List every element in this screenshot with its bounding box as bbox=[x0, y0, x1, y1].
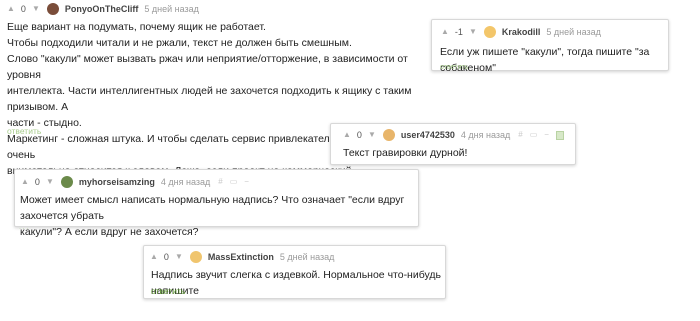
link-icon[interactable]: # bbox=[218, 178, 222, 186]
downvote-arrow-icon[interactable]: ▼ bbox=[469, 28, 477, 36]
upvote-arrow-icon[interactable]: ▲ bbox=[150, 253, 158, 261]
comment-date[interactable]: 5 дней назад bbox=[280, 252, 335, 262]
bookmark-icon[interactable] bbox=[555, 130, 564, 140]
comment-rating: -1 bbox=[454, 27, 463, 37]
comment-date[interactable]: 5 дней назад bbox=[546, 27, 601, 37]
save-icon[interactable]: ▭ bbox=[230, 178, 238, 186]
comment-rating: 0 bbox=[163, 252, 169, 262]
comment-rating: 0 bbox=[34, 177, 40, 187]
minimize-icon[interactable]: − bbox=[544, 131, 549, 139]
comment-rating: 0 bbox=[20, 4, 26, 14]
comment-ponyoonthecliff: ▲ 0 ▼ PonyoOnTheCliff 5 дней назад Еще в… bbox=[0, 0, 420, 177]
comment-rating: 0 bbox=[356, 130, 362, 140]
downvote-arrow-icon[interactable]: ▼ bbox=[46, 178, 54, 186]
comment-krakodill: ▲ -1 ▼ Krakodill 5 дней назад Если уж пи… bbox=[431, 19, 669, 74]
upvote-arrow-icon[interactable]: ▲ bbox=[343, 131, 351, 139]
comment-massextinction: ▲ 0 ▼ MassExtinction 5 дней назад Надпис… bbox=[143, 245, 446, 299]
comment-line: Чтобы подходили читали и не ржали, текст… bbox=[7, 37, 352, 49]
comment-author[interactable]: user4742530 bbox=[401, 130, 455, 140]
downvote-arrow-icon[interactable]: ▼ bbox=[175, 253, 183, 261]
avatar[interactable] bbox=[46, 3, 59, 15]
comment-header: ▲ 0 ▼ user4742530 4 дня назад # ▭ − bbox=[343, 128, 570, 142]
comment-user4742530: ▲ 0 ▼ user4742530 4 дня назад # ▭ − Текс… bbox=[330, 123, 576, 165]
comment-line: Если уж пишете "какули", тогда пишите "з… bbox=[440, 46, 650, 74]
comment-header: ▲ 0 ▼ PonyoOnTheCliff 5 дней назад bbox=[7, 2, 207, 16]
reply-link[interactable]: ответить bbox=[440, 64, 468, 71]
comment-author[interactable]: myhorseisamzing bbox=[79, 177, 155, 187]
reply-link[interactable]: ответить bbox=[151, 286, 185, 296]
comment-line: Слово "какули" может вызвать ржач или не… bbox=[7, 53, 408, 81]
comment-body: Если уж пишете "какули", тогда пишите "з… bbox=[440, 44, 666, 76]
avatar[interactable] bbox=[382, 129, 395, 141]
downvote-arrow-icon[interactable]: ▼ bbox=[32, 5, 40, 13]
link-icon[interactable]: # bbox=[518, 131, 522, 139]
minimize-icon[interactable]: − bbox=[244, 178, 249, 186]
downvote-arrow-icon[interactable]: ▼ bbox=[368, 131, 376, 139]
upvote-arrow-icon[interactable]: ▲ bbox=[21, 178, 29, 186]
comment-header: ▲ 0 ▼ MassExtinction 5 дней назад bbox=[150, 250, 342, 264]
avatar[interactable] bbox=[483, 26, 496, 38]
reply-link[interactable]: ответить bbox=[7, 126, 41, 136]
comment-header: ▲ 0 ▼ myhorseisamzing 4 дня назад # ▭ − bbox=[21, 175, 256, 189]
comment-line: Текст гравировки дурной! bbox=[343, 147, 468, 159]
comment-date[interactable]: 4 дня назад bbox=[461, 130, 510, 140]
comment-line: Еще вариант на подумать, почему ящик не … bbox=[7, 21, 266, 33]
avatar[interactable] bbox=[60, 176, 73, 188]
comment-author[interactable]: MassExtinction bbox=[208, 252, 274, 262]
upvote-arrow-icon[interactable]: ▲ bbox=[7, 5, 15, 13]
comment-body: Надпись звучит слегка с издевкой. Нормал… bbox=[151, 267, 443, 299]
comment-author[interactable]: Krakodill bbox=[502, 27, 541, 37]
comment-header: ▲ -1 ▼ Krakodill 5 дней назад bbox=[441, 25, 609, 39]
comment-line: интеллекта. Части интеллигентных людей н… bbox=[7, 85, 412, 113]
save-icon[interactable]: ▭ bbox=[530, 131, 538, 139]
comment-line: Надпись звучит слегка с издевкой. Нормал… bbox=[151, 269, 442, 297]
comment-body: Текст гравировки дурной! bbox=[343, 145, 569, 161]
comment-myhorseisamzing: ▲ 0 ▼ myhorseisamzing 4 дня назад # ▭ − … bbox=[14, 169, 419, 238]
reply-link-hidden[interactable]: · · · bbox=[19, 226, 28, 232]
comment-author[interactable]: PonyoOnTheCliff bbox=[65, 4, 139, 14]
comment-line: Может имеет смысл написать нормальную на… bbox=[20, 194, 405, 222]
comment-body: Может имеет смысл написать нормальную на… bbox=[20, 192, 416, 240]
upvote-arrow-icon[interactable]: ▲ bbox=[441, 28, 449, 36]
comment-line: какули"? А если вдруг не захочется? bbox=[20, 226, 199, 238]
avatar[interactable] bbox=[189, 251, 202, 263]
comment-date[interactable]: 5 дней назад bbox=[144, 4, 199, 14]
comment-date[interactable]: 4 дня назад bbox=[161, 177, 210, 187]
